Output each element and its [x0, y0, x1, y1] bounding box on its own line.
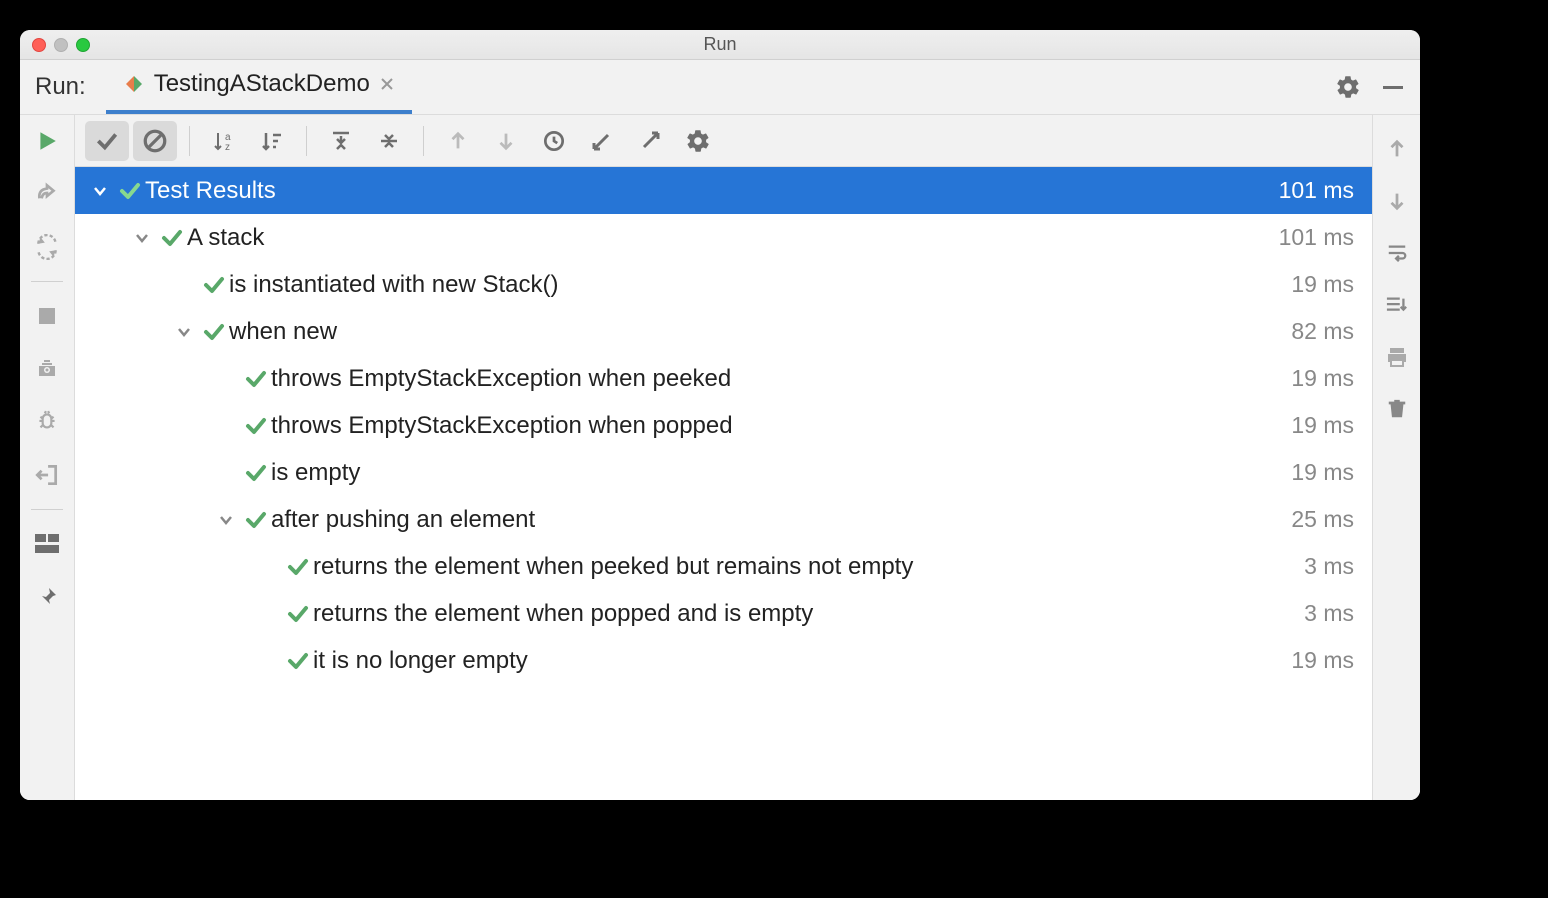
test-duration: 3 ms — [1304, 553, 1354, 580]
test-node-label: when new — [229, 318, 1291, 346]
test-passed-icon — [157, 226, 187, 250]
rerun-icon[interactable] — [33, 127, 61, 155]
next-failed-icon[interactable] — [484, 121, 528, 161]
test-passed-icon — [241, 508, 271, 532]
chevron-down-icon[interactable] — [211, 512, 241, 528]
test-duration: 19 ms — [1291, 365, 1354, 392]
collapse-all-icon[interactable] — [367, 121, 411, 161]
test-tree-row[interactable]: returns the element when popped and is e… — [75, 590, 1372, 637]
traffic-lights — [32, 38, 90, 52]
test-passed-icon — [283, 649, 313, 673]
import-tests-icon[interactable] — [580, 121, 624, 161]
toggle-auto-test-icon[interactable] — [33, 233, 61, 261]
exit-icon[interactable] — [33, 461, 61, 489]
test-passed-icon — [115, 179, 145, 203]
test-node-label: it is no longer empty — [313, 647, 1291, 675]
scroll-down-icon[interactable] — [1383, 187, 1411, 215]
run-tool-window: Run Run: TestingAStackDemo — [20, 30, 1420, 800]
test-node-label: throws EmptyStackException when peeked — [271, 365, 1291, 393]
test-node-label: is instantiated with new Stack() — [229, 271, 1291, 299]
test-tree-row[interactable]: when new82 ms — [75, 308, 1372, 355]
test-duration: 19 ms — [1291, 412, 1354, 439]
soft-wrap-icon[interactable] — [1383, 239, 1411, 267]
test-passed-icon — [283, 602, 313, 626]
sort-alphabetically-icon[interactable]: az — [202, 121, 246, 161]
test-toolbar: az — [75, 115, 1372, 167]
expand-all-icon[interactable] — [319, 121, 363, 161]
test-node-label: A stack — [187, 224, 1279, 252]
sort-by-duration-icon[interactable] — [250, 121, 294, 161]
run-config-name: TestingAStackDemo — [154, 70, 370, 98]
test-node-label: returns the element when popped and is e… — [313, 600, 1304, 628]
test-duration: 101 ms — [1279, 177, 1354, 204]
show-ignored-icon[interactable] — [133, 121, 177, 161]
chevron-down-icon[interactable] — [169, 324, 199, 340]
rerun-failed-icon[interactable] — [33, 180, 61, 208]
dump-threads-icon[interactable] — [33, 355, 61, 383]
run-config-tab[interactable]: TestingAStackDemo — [106, 60, 412, 114]
test-duration: 101 ms — [1279, 224, 1354, 251]
previous-failed-icon[interactable] — [436, 121, 480, 161]
test-passed-icon — [199, 320, 229, 344]
debug-icon[interactable] — [33, 408, 61, 436]
test-duration: 3 ms — [1304, 600, 1354, 627]
settings-icon[interactable] — [1335, 74, 1361, 100]
stop-icon[interactable] — [33, 302, 61, 330]
test-tree-row[interactable]: after pushing an element25 ms — [75, 496, 1372, 543]
hide-panel-icon[interactable] — [1381, 75, 1405, 99]
test-passed-icon — [241, 461, 271, 485]
test-tree-row[interactable]: is empty19 ms — [75, 449, 1372, 496]
test-node-label: throws EmptyStackException when popped — [271, 412, 1291, 440]
window-title: Run — [703, 34, 736, 55]
test-tree-row[interactable]: returns the element when peeked but rema… — [75, 543, 1372, 590]
svg-text:z: z — [225, 142, 230, 153]
clear-all-icon[interactable] — [1383, 395, 1411, 423]
titlebar[interactable]: Run — [20, 30, 1420, 60]
print-icon[interactable] — [1383, 343, 1411, 371]
test-duration: 82 ms — [1291, 318, 1354, 345]
close-tab-icon[interactable] — [380, 77, 394, 91]
run-label: Run: — [35, 73, 86, 101]
close-window-button[interactable] — [32, 38, 46, 52]
test-results-tree[interactable]: Test Results101 msA stack101 msis instan… — [75, 167, 1372, 800]
test-tree-row[interactable]: it is no longer empty19 ms — [75, 637, 1372, 684]
chevron-down-icon[interactable] — [85, 183, 115, 199]
export-tests-icon[interactable] — [628, 121, 672, 161]
test-node-label: is empty — [271, 459, 1291, 487]
test-node-label: Test Results — [145, 177, 1279, 205]
test-duration: 25 ms — [1291, 506, 1354, 533]
test-duration: 19 ms — [1291, 647, 1354, 674]
chevron-down-icon[interactable] — [127, 230, 157, 246]
pin-icon[interactable] — [33, 583, 61, 611]
run-config-icon — [124, 74, 144, 94]
test-passed-icon — [241, 414, 271, 438]
test-tree-row[interactable]: A stack101 ms — [75, 214, 1372, 261]
test-tree-row[interactable]: is instantiated with new Stack()19 ms — [75, 261, 1372, 308]
test-passed-icon — [199, 273, 229, 297]
test-settings-icon[interactable] — [676, 121, 720, 161]
show-passed-icon[interactable] — [85, 121, 129, 161]
right-action-gutter — [1372, 115, 1420, 800]
minimize-window-button[interactable] — [54, 38, 68, 52]
run-tabbar: Run: TestingAStackDemo — [20, 60, 1420, 115]
left-action-gutter — [20, 115, 75, 800]
zoom-window-button[interactable] — [76, 38, 90, 52]
test-duration: 19 ms — [1291, 271, 1354, 298]
test-tree-row[interactable]: Test Results101 ms — [75, 167, 1372, 214]
test-node-label: after pushing an element — [271, 506, 1291, 534]
layout-icon[interactable] — [33, 530, 61, 558]
test-duration: 19 ms — [1291, 459, 1354, 486]
test-passed-icon — [283, 555, 313, 579]
test-tree-row[interactable]: throws EmptyStackException when popped19… — [75, 402, 1372, 449]
scroll-to-end-icon[interactable] — [1383, 291, 1411, 319]
test-tree-row[interactable]: throws EmptyStackException when peeked19… — [75, 355, 1372, 402]
test-passed-icon — [241, 367, 271, 391]
scroll-up-icon[interactable] — [1383, 135, 1411, 163]
test-history-icon[interactable] — [532, 121, 576, 161]
test-node-label: returns the element when peeked but rema… — [313, 553, 1304, 581]
